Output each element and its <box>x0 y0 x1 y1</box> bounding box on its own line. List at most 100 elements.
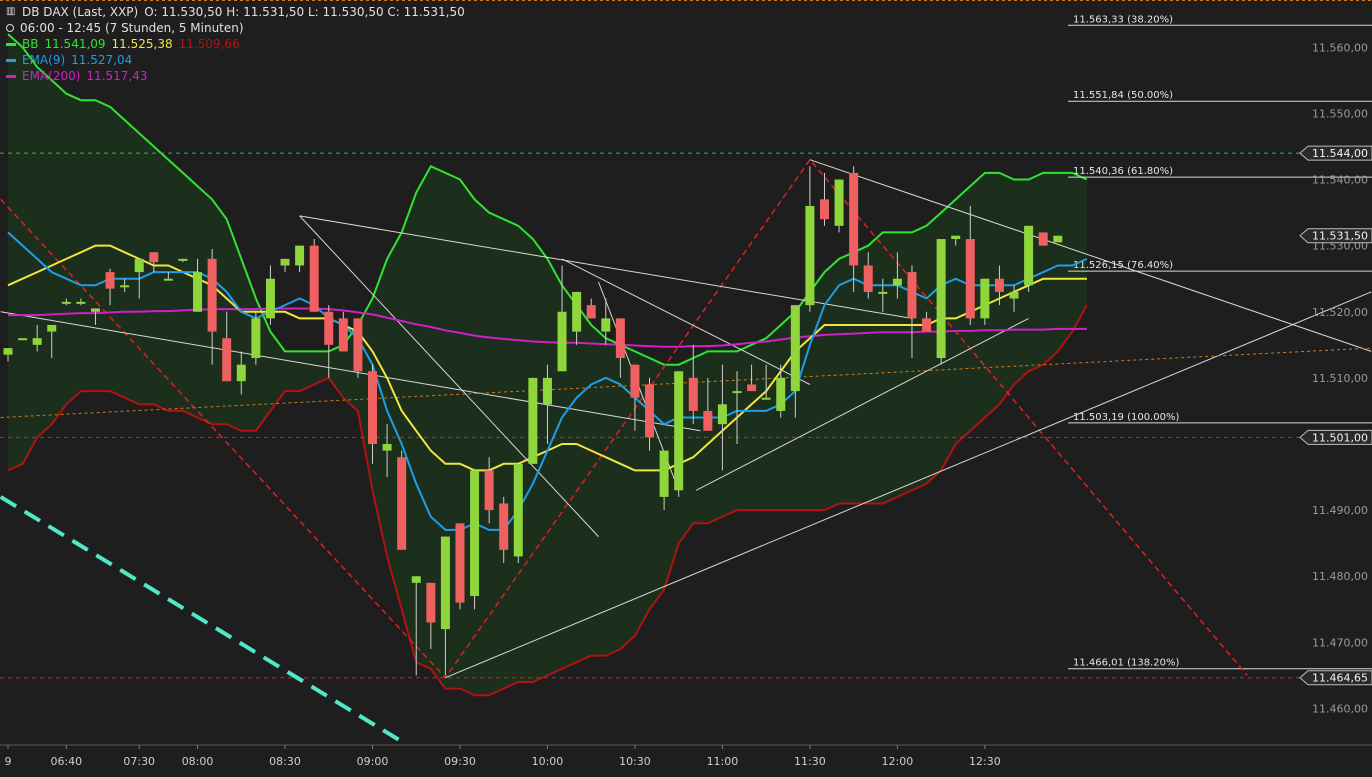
price-marker-3: 11.464,65 <box>1299 670 1372 686</box>
candle-body-62 <box>907 272 917 319</box>
candle-body-32 <box>470 470 480 597</box>
candle-body-0 <box>3 348 13 355</box>
candle-body-34 <box>499 503 509 550</box>
candle-body-53 <box>776 377 786 411</box>
candle-body-3 <box>47 324 57 332</box>
y-tick-label: 11.470,00 <box>1312 636 1368 649</box>
bb-lower-value: 11.509,66 <box>178 37 240 51</box>
candle-body-66 <box>965 239 975 319</box>
x-tick-label: 9 <box>5 755 12 768</box>
candle-body-15 <box>222 338 232 382</box>
instrument-name: DB DAX (Last, XXP) <box>22 5 139 19</box>
bb-upper-value: 11.541,09 <box>44 37 106 51</box>
x-tick-label: 08:30 <box>269 755 301 768</box>
ema9-value: 11.527,04 <box>71 53 133 67</box>
fib-level-label-1: 11.551,84 (50.00%) <box>1073 90 1173 101</box>
candle-body-7 <box>105 272 115 289</box>
candle-body-67 <box>980 278 990 319</box>
legend-timerange-row: 06:00 - 12:45 (7 Stunden, 5 Minuten) <box>6 20 471 36</box>
candle-body-35 <box>513 463 523 557</box>
candle-body-30 <box>440 536 450 630</box>
fib-level-label-3: 11.526,15 (76.40%) <box>1073 260 1173 271</box>
x-tick-label: 12:30 <box>969 755 1001 768</box>
candle-body-6 <box>90 308 100 312</box>
ema9-swatch <box>6 58 16 62</box>
candle-body-42 <box>615 318 625 359</box>
candle-body-49 <box>717 404 727 425</box>
candle-body-33 <box>484 470 494 511</box>
candle-body-40 <box>586 305 596 319</box>
candle-body-51 <box>747 384 757 392</box>
candle-body-29 <box>426 582 436 623</box>
candle-body-9 <box>134 258 144 273</box>
candle-body-48 <box>703 410 713 431</box>
price-marker-label-2: 11.501,00 <box>1312 431 1368 444</box>
bb-mid-value: 11.525,38 <box>111 37 173 51</box>
price-marker-2: 11.501,00 <box>1299 429 1372 445</box>
x-tick-label: 11:00 <box>707 755 739 768</box>
candle-body-68 <box>994 278 1004 292</box>
y-tick-label: 11.520,00 <box>1312 306 1368 319</box>
candle-body-47 <box>688 377 698 411</box>
candle-body-31 <box>455 523 465 603</box>
price-marker-1: 11.531,50 <box>1299 228 1372 244</box>
price-chart[interactable]: 11.563,33 (38.20%) 11.551,84 (50.00%) 11.5… <box>0 0 1372 777</box>
candle-body-20 <box>295 245 305 266</box>
candle-body-56 <box>819 199 829 220</box>
candle-body-37 <box>542 377 552 405</box>
candle-body-52 <box>761 397 771 400</box>
fib-level-label-0: 11.563,33 (38.20%) <box>1073 14 1173 25</box>
candle-body-57 <box>834 179 844 226</box>
chart-type-icon[interactable]: ▥ <box>6 7 16 17</box>
candle-body-21 <box>309 245 319 312</box>
legend-ema200-row[interactable]: EMA(200) 11.517,43 <box>6 68 471 84</box>
time-range: 06:00 - 12:45 (7 Stunden, 5 Minuten) <box>20 21 244 35</box>
candle-body-36 <box>528 377 538 464</box>
candle-body-8 <box>120 285 130 288</box>
candle-body-59 <box>863 265 873 292</box>
x-tick-label: 09:30 <box>444 755 476 768</box>
candle-body-50 <box>732 391 742 394</box>
candle-body-28 <box>411 576 421 583</box>
ema200-swatch <box>6 74 16 78</box>
y-tick-label: 11.490,00 <box>1312 504 1368 517</box>
x-tick-label: 10:00 <box>532 755 564 768</box>
candle-body-5 <box>76 301 86 304</box>
x-tick-label: 06:40 <box>50 755 82 768</box>
candle-body-10 <box>149 252 159 263</box>
candle-body-16 <box>236 364 246 382</box>
candle-body-23 <box>338 318 348 352</box>
candle-body-65 <box>951 235 961 240</box>
candle-body-19 <box>280 258 290 266</box>
candle-body-45 <box>659 450 669 497</box>
legend-instrument-row: ▥ DB DAX (Last, XXP) O: 11.530,50 H: 11.… <box>6 4 471 20</box>
price-marker-label-3: 11.464,65 <box>1312 672 1368 685</box>
candle-body-72 <box>1053 235 1063 243</box>
y-tick-label: 11.560,00 <box>1312 41 1368 54</box>
x-tick-label: 11:30 <box>794 755 826 768</box>
candle-body-4 <box>61 301 71 304</box>
price-marker-0: 11.544,00 <box>1299 145 1372 161</box>
candle-body-64 <box>936 239 946 359</box>
candle-body-39 <box>572 291 582 332</box>
price-marker-label-1: 11.531,50 <box>1312 230 1368 243</box>
candle-body-1 <box>18 338 28 341</box>
fib-level-label-4: 11.503,19 (100.00%) <box>1073 412 1179 423</box>
candle-body-71 <box>1038 232 1048 246</box>
bb-swatch <box>6 42 16 46</box>
fib-level-label-5: 11.466,01 (138.20%) <box>1073 658 1179 669</box>
x-tick-label: 07:30 <box>123 755 155 768</box>
legend-bb-row[interactable]: BB 11.541,09 11.525,38 11.509,66 <box>6 36 471 52</box>
legend-ema9-row[interactable]: EMA(9) 11.527,04 <box>6 52 471 68</box>
candle-body-12 <box>178 258 188 261</box>
price-marker-label-0: 11.544,00 <box>1312 147 1368 160</box>
y-tick-label: 11.540,00 <box>1312 174 1368 187</box>
candle-body-13 <box>193 272 203 312</box>
candle-body-61 <box>892 278 902 286</box>
candle-body-41 <box>601 318 611 332</box>
candle-body-24 <box>353 318 363 372</box>
candle-body-38 <box>557 311 567 372</box>
candle-body-11 <box>163 278 173 281</box>
y-tick-label: 11.550,00 <box>1312 107 1368 120</box>
candle-body-25 <box>368 371 377 444</box>
